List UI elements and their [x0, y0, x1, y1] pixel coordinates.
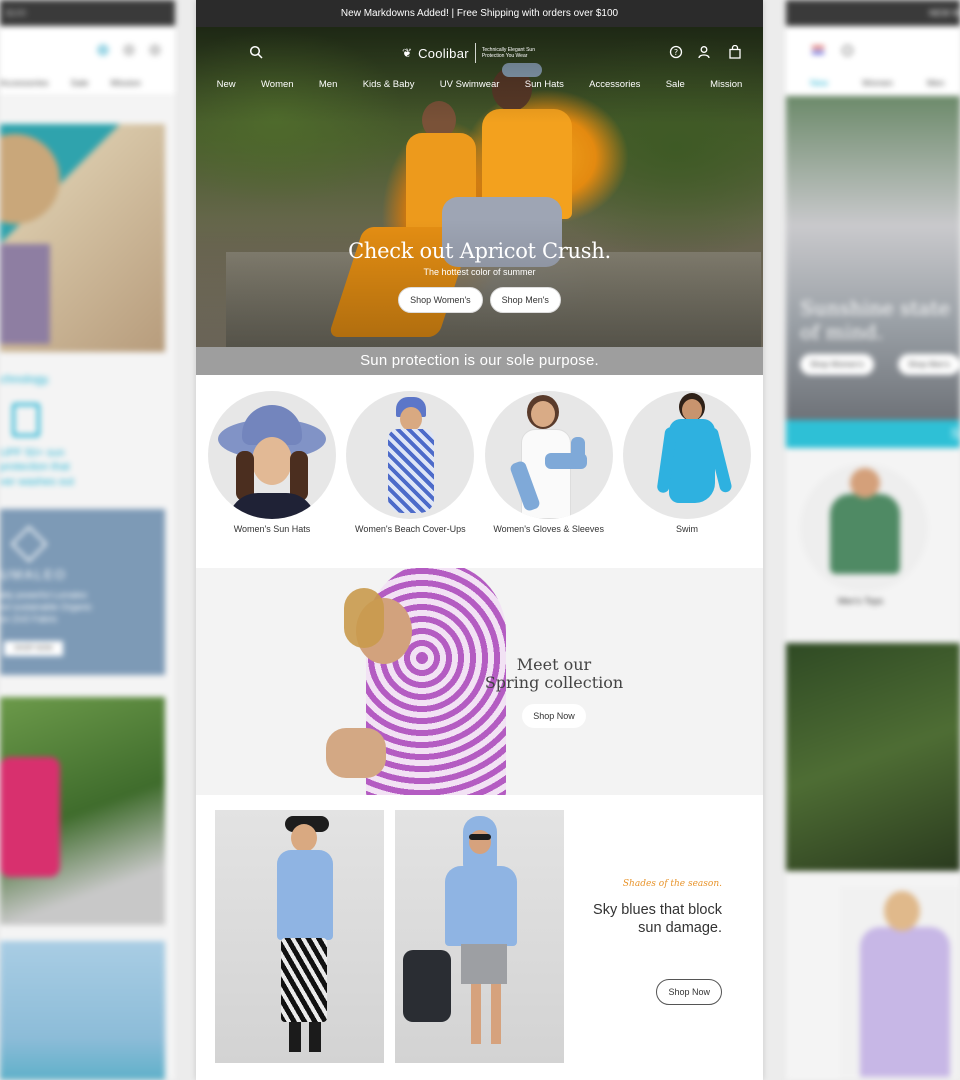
- category-womens-sun-hats[interactable]: Women's Sun Hats: [208, 391, 336, 568]
- bag-icon: [149, 44, 161, 56]
- nav-sun-hats[interactable]: Sun Hats: [525, 79, 564, 90]
- logo-leaf-icon: ❦: [402, 46, 413, 60]
- right-hero-image: Sunshine state of mind. Shop Women's Sho…: [786, 96, 960, 420]
- hero-subtitle: The hottest color of summer: [423, 267, 536, 277]
- lumaleo-logo-icon: [10, 525, 48, 563]
- right-preview-panel: NEW M New Women Men Sunshine state of mi…: [786, 0, 960, 1080]
- left-preview-panel: $100 Accessories Sale Mission chnology. …: [0, 0, 175, 1080]
- shop-womens-button[interactable]: Shop Women's: [398, 287, 483, 313]
- left-garden-image: [0, 697, 165, 925]
- right-teal-bar: S: [786, 420, 960, 448]
- spring-model-image: [314, 568, 506, 795]
- search-icon[interactable]: [248, 45, 264, 61]
- hero-banner[interactable]: ❦ Coolibar Technically Elegant Sun Prote…: [196, 27, 763, 347]
- category-row: Women's Sun Hats Women's Beach Cover-Ups…: [196, 375, 763, 568]
- category-image: [208, 391, 336, 519]
- right-category-circle: [800, 464, 928, 592]
- category-image: [484, 391, 613, 519]
- left-nav-sale: Sale: [70, 78, 89, 88]
- category-label: Women's Beach Cover-Ups: [355, 524, 466, 534]
- left-nav-accessories: Accessories: [0, 78, 49, 88]
- spring-shop-now-button[interactable]: Shop Now: [522, 704, 586, 728]
- spring-title: Meet our Spring collection: [484, 655, 624, 692]
- main-page: New Markdowns Added! | Free Shipping wit…: [196, 0, 763, 1080]
- category-label: Women's Sun Hats: [233, 524, 311, 534]
- left-shop-button: SHOP NOW: [4, 641, 63, 656]
- search-icon: [842, 44, 853, 56]
- nav-accessories[interactable]: Accessories: [589, 79, 640, 90]
- sky-shop-now-button[interactable]: Shop Now: [656, 979, 722, 1005]
- left-tech-heading: chnology.: [0, 372, 51, 386]
- spring-copy: Meet our Spring collection Shop Now: [484, 656, 624, 728]
- left-promo-bar: $100: [0, 0, 175, 26]
- right-hero-title: Sunshine state of mind.: [800, 296, 951, 344]
- category-image: [346, 391, 475, 519]
- washer-icon: [12, 403, 40, 437]
- left-brand: UMALEO: [0, 567, 67, 582]
- right-foliage-image: [786, 643, 960, 871]
- sky-blues-section: Shades of the season. Sky blues that blo…: [196, 795, 763, 1079]
- us-flag-icon: [812, 46, 824, 54]
- svg-text:?: ?: [674, 48, 678, 57]
- help-icon[interactable]: ?: [668, 45, 684, 61]
- category-label: Women's Gloves & Sleeves: [493, 524, 604, 534]
- left-sea-image: [0, 941, 165, 1080]
- category-label: Swim: [675, 524, 698, 534]
- category-swim[interactable]: Swim: [622, 391, 751, 568]
- hero-copy: Check out Apricot Crush. The hottest col…: [196, 239, 763, 277]
- left-nav: Accessories Sale Mission: [0, 74, 175, 96]
- category-womens-gloves-sleeves[interactable]: Women's Gloves & Sleeves: [484, 391, 613, 568]
- logo-tagline: Technically Elegant Sun Protection You W…: [481, 47, 535, 59]
- account-icon: [123, 44, 135, 56]
- shop-mens-button[interactable]: Shop Men's: [489, 287, 561, 313]
- right-promo-bar: NEW M: [786, 0, 960, 26]
- hero-title: Check out Apricot Crush.: [348, 239, 611, 263]
- nav-kids-baby[interactable]: Kids & Baby: [363, 79, 415, 90]
- right-nav: New Women Men: [786, 74, 960, 96]
- right-shirt-image: [840, 887, 960, 1080]
- left-lumaleo-banner: UMALEO ally powerful Lumaleo nd sustaina…: [0, 509, 165, 675]
- nav-uv-swimwear[interactable]: UV Swimwear: [440, 79, 500, 90]
- coolibar-logo[interactable]: ❦ Coolibar Technically Elegant Sun Prote…: [402, 43, 536, 63]
- promo-bar[interactable]: New Markdowns Added! | Free Shipping wit…: [196, 0, 763, 27]
- sky-eyebrow: Shades of the season.: [622, 879, 722, 889]
- left-nav-mission: Mission: [110, 78, 142, 88]
- right-category-label: Men's Tops: [838, 596, 884, 606]
- category-image: [622, 391, 751, 519]
- nav-women[interactable]: Women: [261, 79, 294, 90]
- logo-name: Coolibar: [418, 45, 469, 61]
- right-shop-men: Shop Men's: [898, 354, 960, 375]
- right-shop-women: Shop Women's: [800, 354, 874, 375]
- nav-sale[interactable]: Sale: [666, 79, 685, 90]
- nav-men[interactable]: Men: [319, 79, 337, 90]
- right-header: [786, 26, 960, 74]
- nav-mission[interactable]: Mission: [710, 79, 742, 90]
- right-nav-men: Men: [926, 78, 945, 88]
- left-header: [0, 26, 175, 74]
- hero-buttons: Shop Women's Shop Men's: [196, 287, 763, 313]
- main-nav: New Women Men Kids & Baby UV Swimwear Su…: [196, 79, 763, 90]
- sky-title: Sky blues that block sun damage.: [593, 902, 722, 936]
- sun-protection-banner: Sun protection is our sole purpose.: [196, 347, 763, 375]
- sky-copy: Shades of the season. Sky blues that blo…: [574, 879, 722, 1005]
- category-womens-beach-cover-ups[interactable]: Women's Beach Cover-Ups: [346, 391, 475, 568]
- sky-womens-image[interactable]: [215, 810, 384, 1063]
- site-header: ❦ Coolibar Technically Elegant Sun Prote…: [196, 43, 763, 67]
- sky-mens-image[interactable]: [395, 810, 564, 1063]
- left-pool-image: [0, 124, 165, 352]
- right-nav-new: New: [810, 78, 829, 88]
- shopping-bag-icon[interactable]: [727, 44, 743, 61]
- right-nav-women: Women: [862, 78, 893, 88]
- account-icon[interactable]: [696, 45, 712, 61]
- spring-collection-banner[interactable]: Meet our Spring collection Shop Now: [196, 568, 763, 795]
- left-tech-text: UPF 50+ sun protection that ver washes o…: [0, 447, 74, 488]
- left-brand-text: ally powerful Lumaleo nd sustainable Org…: [0, 590, 93, 624]
- nav-new[interactable]: New: [217, 79, 236, 90]
- globe-icon: [97, 44, 109, 56]
